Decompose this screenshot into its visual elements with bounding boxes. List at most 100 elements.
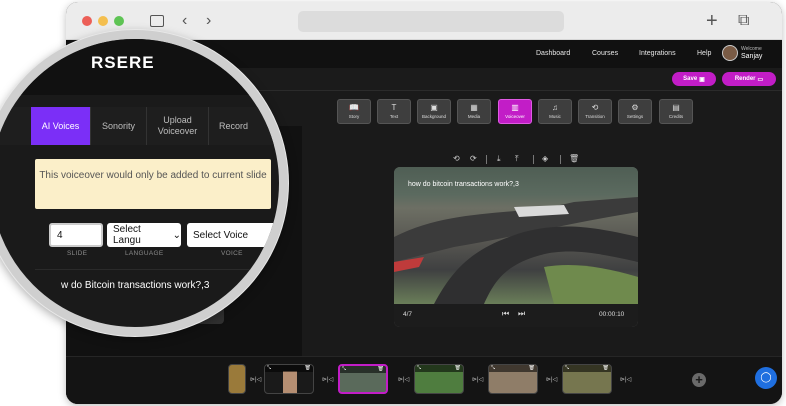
credits-icon: ▤ [672,103,680,112]
icon-separator [560,155,561,164]
sidebar-icon[interactable] [150,15,164,27]
delete-icon[interactable]: 🗑 [569,154,579,163]
delete-icon[interactable]: 🗑 [455,365,461,372]
layers-icon[interactable]: ◈ [542,154,548,163]
timeline-slide-thumb[interactable] [228,364,246,394]
slide-question-text: w do Bitcoin transactions work?,3 [61,280,210,291]
slide-thumb-actions: ⤡ 🗑 [489,365,537,372]
save-label: Save [683,76,698,82]
redo-icon[interactable]: ⟳ [470,154,477,163]
panel-divider [35,269,279,270]
tool-label: Text [389,114,399,119]
tool-label: Credits [668,114,684,119]
chevron-down-icon: ⌄ [172,229,181,241]
tool-transition-button[interactable]: ⟲ Transition [578,99,612,124]
nav-integrations[interactable]: Integrations [639,50,676,57]
tool-music-button[interactable]: ♫ Music [538,99,572,124]
transition-icon[interactable]: ⊳|◁ [620,376,631,383]
voiceover-notice: This voiceover would only be added to cu… [35,159,271,209]
timeline-slide-thumb[interactable]: ⤡ 🗑 [488,364,538,394]
timeline-slide-thumb[interactable]: ⤡ 🗑 [562,364,612,394]
forward-icon[interactable]: › [206,11,211,31]
nav-help[interactable]: Help [697,50,711,57]
icon-separator [486,155,487,164]
move-icon[interactable]: ⤡ [417,365,421,372]
delete-icon[interactable]: 🗑 [378,366,384,373]
tool-voiceover-button[interactable]: ▥ Voiceover [498,99,532,124]
new-tab-icon[interactable]: + [706,11,718,31]
timeline-slide-thumb-selected[interactable]: ⤡ 🗑 [338,364,388,394]
transition-icon[interactable]: ⊳|◁ [398,376,409,383]
tool-story-button[interactable]: 📖 Story [337,99,371,124]
welcome-text: Welcome [741,46,762,52]
tool-label: Story [348,114,360,119]
slide-thumb-actions: ⤡ 🗑 [415,365,463,372]
slide-thumb-image [283,371,297,393]
tool-media-button[interactable]: ▦ Media [457,99,491,124]
move-icon[interactable]: ⤡ [267,365,271,372]
tool-label: Transition [585,114,605,119]
next-icon[interactable]: ⏭ [518,309,525,319]
tabs-overview-icon[interactable]: ⧉ [738,11,749,31]
tool-background-button[interactable]: ▣ Background [417,99,451,124]
undo-icon[interactable]: ⟲ [453,154,460,163]
transition-icon[interactable]: ⊳|◁ [250,376,261,383]
previous-icon[interactable]: ⏮ [502,309,509,319]
music-icon: ♫ [552,103,558,112]
tab-ai-voices[interactable]: AI Voices [31,107,91,145]
move-icon[interactable]: ⤡ [491,365,495,372]
slide-thumb-actions: ⤡ 🗑 [265,365,313,372]
transition-icon[interactable]: ⊳|◁ [546,376,557,383]
delete-icon[interactable]: 🗑 [603,365,609,372]
nav-dashboard[interactable]: Dashboard [536,50,570,57]
slide-counter: 4/7 [403,311,413,318]
move-icon[interactable]: ⤡ [565,365,569,372]
timeline-slide-thumb[interactable]: ⤡ 🗑 [414,364,464,394]
language-select-value: Select Langu [113,224,141,246]
delete-icon[interactable]: 🗑 [529,365,535,372]
maximize-window-button[interactable] [114,16,124,26]
transition-icon[interactable]: ⊳|◁ [322,376,333,383]
render-button[interactable]: Render ▭ [722,72,776,86]
transition-icon: ⟲ [591,103,599,112]
user-avatar[interactable] [722,45,738,61]
slide-number-input[interactable]: 4 [49,223,103,247]
move-icon[interactable]: ⤡ [342,366,346,373]
chat-support-button[interactable]: ◯ [755,367,777,389]
address-bar[interactable] [298,11,564,32]
language-caption-label: LANGUAGE [125,250,164,257]
tool-text-button[interactable]: T Text [377,99,411,124]
magnified-voice-panel: RSERE AI Voices Sonority Upload Voiceove… [0,39,279,327]
transition-icon[interactable]: ⊳|◁ [472,376,483,383]
timeline-slide-thumb[interactable]: ⤡ 🗑 [264,364,314,394]
back-icon[interactable]: ‹ [182,11,187,31]
save-icon: ▣ [699,76,705,83]
voiceover-icon: ▥ [511,103,519,112]
story-icon: 📖 [349,103,359,112]
tab-sonority[interactable]: Sonority [91,107,147,145]
tool-settings-button[interactable]: ⚙ Settings [618,99,652,124]
language-select[interactable]: Select Langu ⌄ [107,223,181,247]
tab-record[interactable]: Record [209,107,279,145]
slide-caption: how do bitcoin transactions work?,3 [408,181,519,188]
magnified-header: RSERE [0,39,279,95]
render-icon: ▭ [757,76,764,83]
tab-upload-voiceover[interactable]: Upload Voiceover [147,107,209,145]
voice-select[interactable]: Select Voice [187,223,279,247]
user-name[interactable]: Sanjay [741,53,762,60]
minimize-window-button[interactable] [98,16,108,26]
nav-courses[interactable]: Courses [592,50,618,57]
upload-icon[interactable]: ⤒ [515,154,519,164]
delete-icon[interactable]: 🗑 [305,365,311,372]
render-label: Render [734,76,756,82]
tool-label: Media [467,114,481,119]
time-display: 00:00:10 [599,311,625,318]
download-icon[interactable]: ⤓ [497,154,501,164]
slide-caption-label: SLIDE [67,250,88,257]
tool-credits-button[interactable]: ▤ Credits [659,99,693,124]
save-button[interactable]: Save ▣ [672,72,716,86]
add-slide-button[interactable]: + [692,373,706,387]
voice-select-value: Select Voice [193,229,249,241]
video-preview[interactable]: how do bitcoin transactions work?,3 4/7 … [394,167,638,327]
close-window-button[interactable] [82,16,92,26]
